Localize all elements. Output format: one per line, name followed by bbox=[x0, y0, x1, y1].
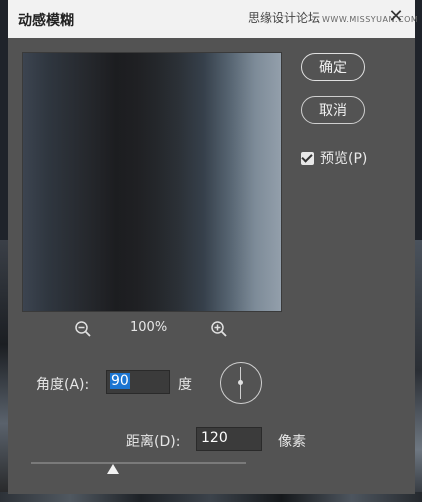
background-photo-left bbox=[0, 240, 8, 502]
distance-unit: 像素 bbox=[278, 434, 306, 450]
angle-dial[interactable] bbox=[220, 362, 262, 404]
distance-value: 120 bbox=[201, 430, 228, 446]
preview-canvas[interactable] bbox=[22, 52, 282, 312]
zoom-controls: 100% bbox=[74, 318, 234, 340]
watermark-text: 思缘设计论坛 bbox=[248, 11, 321, 25]
distance-label: 距离(D): bbox=[126, 434, 181, 450]
cancel-button[interactable]: 取消 bbox=[301, 96, 365, 124]
angle-value: 90 bbox=[110, 373, 130, 389]
distance-input[interactable]: 120 bbox=[196, 427, 262, 451]
ok-button[interactable]: 确定 bbox=[301, 53, 365, 81]
background-photo-right bbox=[414, 240, 422, 502]
preview-checkbox-row[interactable]: 预览(P) bbox=[301, 148, 367, 168]
zoom-out-icon[interactable] bbox=[74, 320, 92, 338]
preview-label: 预览(P) bbox=[320, 151, 368, 167]
angle-dial-center bbox=[238, 380, 243, 385]
distance-slider-track[interactable] bbox=[31, 462, 246, 464]
zoom-in-icon[interactable] bbox=[210, 320, 228, 338]
angle-label: 角度(A): bbox=[36, 377, 90, 393]
angle-input[interactable]: 90 bbox=[106, 370, 170, 394]
motion-blur-dialog: 动感模糊 思缘设计论坛 WWW.MISSYUAN.COM ✕ 确定 取消 预览(P… bbox=[8, 0, 418, 494]
zoom-level: 100% bbox=[130, 320, 168, 335]
dialog-titlebar[interactable]: 动感模糊 思缘设计论坛 WWW.MISSYUAN.COM ✕ bbox=[8, 0, 418, 38]
distance-slider-thumb[interactable] bbox=[106, 464, 119, 474]
angle-unit: 度 bbox=[178, 377, 192, 393]
checkmark-icon[interactable] bbox=[301, 151, 314, 165]
dialog-title: 动感模糊 bbox=[18, 13, 74, 29]
close-icon[interactable]: ✕ bbox=[387, 8, 405, 26]
